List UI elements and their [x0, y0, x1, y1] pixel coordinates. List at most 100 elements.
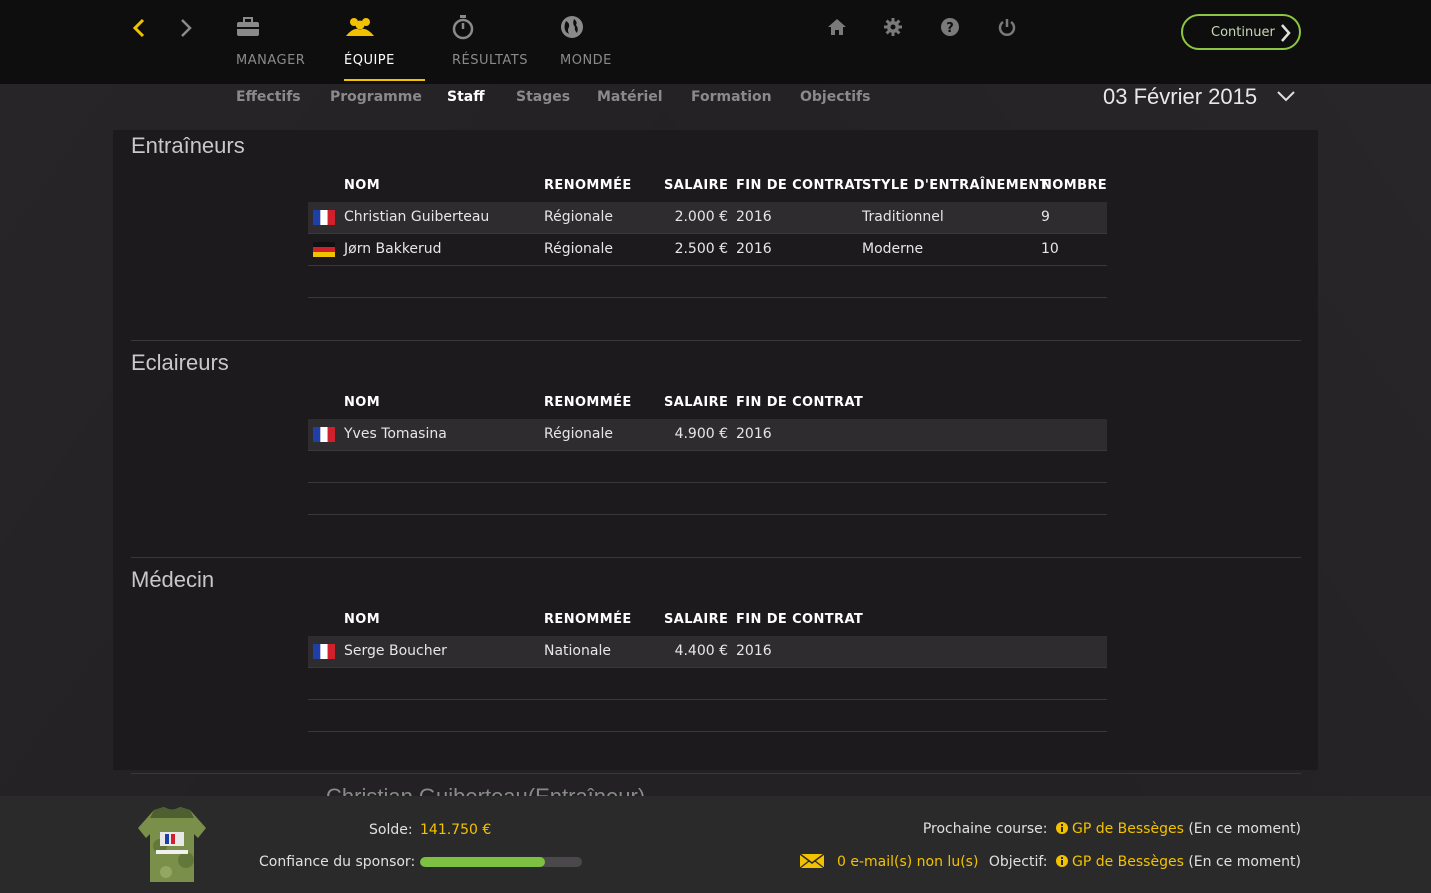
unread-emails-link[interactable]: 0 e-mail(s) non lu(s) — [837, 854, 978, 870]
stopwatch-icon — [452, 12, 476, 42]
staff-panel: Entraîneurs NOM RENOMMÉE SALAIRE FIN DE … — [113, 130, 1318, 770]
gear-icon[interactable] — [882, 16, 904, 38]
section-title-trainers: Entraîneurs — [131, 133, 245, 158]
cell-name: Yves Tomasina — [344, 426, 447, 442]
briefcase-icon — [236, 12, 260, 42]
cell-renown: Nationale — [544, 643, 611, 659]
cell-renown: Régionale — [544, 241, 614, 257]
next-race-status: (En ce moment) — [1188, 821, 1301, 837]
cell-contract-end: 2016 — [736, 241, 772, 257]
table-header: NOM RENOMMÉE SALAIRE FIN DE CONTRAT — [308, 387, 1107, 419]
table-row[interactable]: Christian Guiberteau Régionale 2.000 € 2… — [308, 202, 1107, 234]
objective-link[interactable]: GP de Bessèges — [1072, 854, 1184, 870]
power-icon[interactable] — [996, 16, 1018, 38]
tab-manager-label: MANAGER — [236, 53, 306, 68]
top-bar: MANAGER ÉQUIPE RÉSULTATS MONDE ? Continu… — [0, 0, 1431, 84]
cell-name: Christian Guiberteau — [344, 209, 490, 225]
next-race-link[interactable]: GP de Bessèges — [1072, 821, 1184, 837]
col-count[interactable]: NOMBRE — [1041, 178, 1107, 193]
objective-line: 0 e-mail(s) non lu(s) Objectif: GP de Be… — [795, 853, 1301, 871]
balance-label: Solde: — [369, 822, 413, 838]
tab-monde-label: MONDE — [560, 53, 612, 68]
tab-equipe-label: ÉQUIPE — [344, 53, 395, 68]
trainers-table: NOM RENOMMÉE SALAIRE FIN DE CONTRAT STYL… — [308, 170, 1107, 298]
col-name[interactable]: NOM — [344, 612, 380, 627]
objective-label: Objectif: — [988, 854, 1048, 870]
cell-contract-end: 2016 — [736, 426, 772, 442]
doctor-table: NOM RENOMMÉE SALAIRE FIN DE CONTRAT Serg… — [308, 604, 1107, 732]
subtab-formation[interactable]: Formation — [691, 89, 772, 105]
table-row[interactable]: Jørn Bakkerud Régionale 2.500 € 2016 Mod… — [308, 234, 1107, 266]
svg-text:?: ? — [946, 21, 954, 36]
sponsor-confidence-bar — [420, 857, 582, 867]
cell-name: Jørn Bakkerud — [344, 241, 442, 257]
table-row[interactable]: Serge Boucher Nationale 4.400 € 2016 — [308, 636, 1107, 668]
subtab-materiel[interactable]: Matériel — [597, 89, 663, 105]
info-icon — [1055, 855, 1068, 867]
subtab-staff[interactable]: Staff — [447, 89, 485, 105]
col-name[interactable]: NOM — [344, 395, 380, 410]
tab-equipe[interactable]: ÉQUIPE — [344, 12, 395, 82]
flag-france-icon — [313, 644, 335, 659]
cell-contract-end: 2016 — [736, 643, 772, 659]
subtab-programme[interactable]: Programme — [330, 89, 422, 105]
status-bar — [0, 796, 1431, 893]
empty-row — [308, 668, 1107, 700]
next-race-label: Prochaine course: — [922, 821, 1048, 837]
next-race-line: Prochaine course: GP de Bessèges (En ce … — [923, 821, 1301, 837]
team-icon — [344, 12, 376, 42]
help-icon[interactable]: ? — [939, 16, 961, 38]
col-renown[interactable]: RENOMMÉE — [544, 178, 632, 193]
table-header: NOM RENOMMÉE SALAIRE FIN DE CONTRAT STYL… — [308, 170, 1107, 202]
col-renown[interactable]: RENOMMÉE — [544, 612, 632, 627]
col-salary[interactable]: SALAIRE — [664, 178, 728, 193]
empty-row — [308, 451, 1107, 483]
scouts-table: NOM RENOMMÉE SALAIRE FIN DE CONTRAT Yves… — [308, 387, 1107, 515]
cell-count: 10 — [1041, 241, 1059, 257]
col-contract-end[interactable]: FIN DE CONTRAT — [736, 612, 863, 627]
cell-training-style: Traditionnel — [862, 209, 944, 225]
cell-name: Serge Boucher — [344, 643, 447, 659]
balance-value: 141.750 € — [420, 822, 492, 838]
team-jersey-icon[interactable] — [136, 806, 208, 884]
chevron-down-icon[interactable] — [1276, 88, 1296, 107]
col-training-style[interactable]: STYLE D'ENTRAÎNEMENT — [862, 178, 1049, 193]
section-title-scouts: Eclaireurs — [131, 350, 229, 375]
col-salary[interactable]: SALAIRE — [664, 612, 728, 627]
col-contract-end[interactable]: FIN DE CONTRAT — [736, 178, 863, 193]
col-salary[interactable]: SALAIRE — [664, 395, 728, 410]
section-divider — [131, 773, 1301, 774]
cell-salary: 2.000 € — [674, 209, 728, 225]
objective-status: (En ce moment) — [1188, 854, 1301, 870]
subtab-stages[interactable]: Stages — [516, 89, 570, 105]
cell-salary: 4.900 € — [674, 426, 728, 442]
subtab-objectifs[interactable]: Objectifs — [800, 89, 870, 105]
info-icon — [1055, 822, 1068, 834]
empty-row — [308, 700, 1107, 732]
mail-icon[interactable] — [799, 853, 825, 869]
cell-training-style: Moderne — [862, 241, 924, 257]
forward-arrow-icon[interactable] — [174, 14, 198, 42]
cell-salary: 2.500 € — [674, 241, 728, 257]
home-icon[interactable] — [826, 16, 848, 38]
col-renown[interactable]: RENOMMÉE — [544, 395, 632, 410]
tab-monde[interactable]: MONDE — [560, 12, 612, 82]
tab-resultats-label: RÉSULTATS — [452, 53, 528, 68]
table-header: NOM RENOMMÉE SALAIRE FIN DE CONTRAT — [308, 604, 1107, 636]
subtab-effectifs[interactable]: Effectifs — [236, 89, 301, 105]
sponsor-confidence-fill — [420, 857, 545, 867]
continue-button[interactable]: Continuer — [1181, 14, 1301, 50]
continue-button-label: Continuer — [1211, 24, 1275, 40]
tab-resultats[interactable]: RÉSULTATS — [452, 12, 528, 82]
tab-manager[interactable]: MANAGER — [236, 12, 305, 82]
staff-detail-title: Christian Guiberteau(Entraîneur) — [326, 784, 645, 796]
back-arrow-icon[interactable] — [127, 14, 151, 42]
col-contract-end[interactable]: FIN DE CONTRAT — [736, 395, 863, 410]
col-name[interactable]: NOM — [344, 178, 380, 193]
table-row[interactable]: Yves Tomasina Régionale 4.900 € 2016 — [308, 419, 1107, 451]
current-date: 03 Février 2015 — [1103, 84, 1258, 109]
cell-salary: 4.400 € — [674, 643, 728, 659]
cell-contract-end: 2016 — [736, 209, 772, 225]
flag-france-icon — [313, 210, 335, 225]
section-divider — [131, 340, 1301, 341]
